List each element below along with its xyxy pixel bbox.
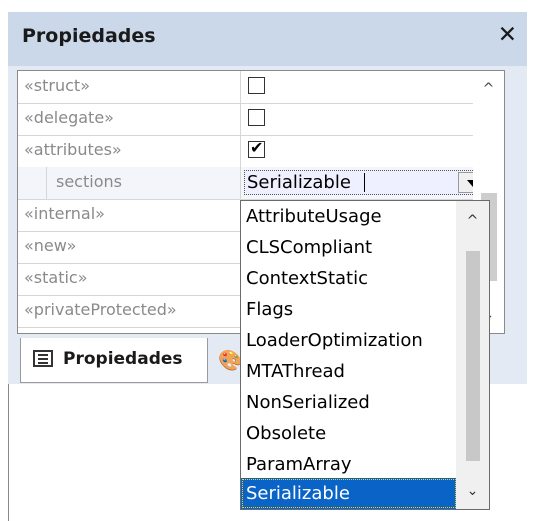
- panel-titlebar: Propiedades ✕: [8, 12, 527, 67]
- sections-dropdown-list[interactable]: AttributeUsage CLSCompliant ContextStati…: [240, 200, 490, 510]
- dropdown-option[interactable]: Flags: [241, 294, 457, 325]
- property-name: «new»: [24, 236, 77, 255]
- property-name: «internal»: [24, 204, 105, 223]
- property-name: «delegate»: [24, 108, 114, 127]
- scroll-down-icon[interactable]: ⌄: [456, 483, 489, 499]
- dropdown-option[interactable]: MTAThread: [241, 356, 457, 387]
- close-icon[interactable]: ✕: [498, 21, 517, 49]
- property-row-delegate[interactable]: «delegate»: [18, 103, 491, 136]
- text-caret: [364, 173, 365, 192]
- dropdown-option-selected[interactable]: Serializable: [241, 478, 457, 509]
- scroll-up-icon[interactable]: ^: [473, 81, 504, 97]
- properties-icon: [33, 350, 53, 367]
- scrollbar-thumb[interactable]: [466, 251, 480, 461]
- panel-divider: [8, 384, 9, 521]
- delegate-checkbox[interactable]: [248, 109, 265, 126]
- attributes-checkbox[interactable]: ✔: [248, 138, 265, 158]
- dropdown-option[interactable]: LoaderOptimization: [241, 325, 457, 356]
- property-row-struct[interactable]: «struct»: [18, 71, 491, 104]
- scroll-up-icon[interactable]: ^: [456, 213, 489, 229]
- dropdown-scrollbar[interactable]: ^ ⌄: [456, 201, 489, 509]
- sections-select[interactable]: Serializable: [244, 170, 489, 195]
- property-name: «struct»: [24, 76, 90, 95]
- property-name: «privateProtected»: [24, 300, 177, 319]
- tab-label: Propiedades: [63, 349, 183, 369]
- property-name: «attributes»: [24, 140, 122, 159]
- tab-propiedades[interactable]: Propiedades: [20, 338, 208, 383]
- dropdown-option[interactable]: CLSCompliant: [241, 232, 457, 263]
- dropdown-option[interactable]: ParamArray: [241, 449, 457, 480]
- dropdown-option[interactable]: NonSerialized: [241, 387, 457, 418]
- property-name: sections: [56, 172, 122, 191]
- dropdown-option[interactable]: AttributeUsage: [241, 201, 457, 232]
- properties-panel: Propiedades ✕ «struct» «delegate» «attri…: [0, 0, 535, 521]
- dropdown-option[interactable]: ContextStatic: [241, 263, 457, 294]
- property-name: «static»: [24, 268, 88, 287]
- property-row-sections[interactable]: sections Serializable: [18, 167, 491, 200]
- property-row-attributes[interactable]: «attributes» ✔: [18, 135, 491, 168]
- struct-checkbox[interactable]: [248, 77, 265, 94]
- panel-title: Propiedades: [22, 25, 156, 47]
- sections-value: Serializable: [247, 172, 351, 193]
- checkmark-icon: ✔: [250, 138, 264, 157]
- dropdown-option[interactable]: Obsolete: [241, 418, 457, 449]
